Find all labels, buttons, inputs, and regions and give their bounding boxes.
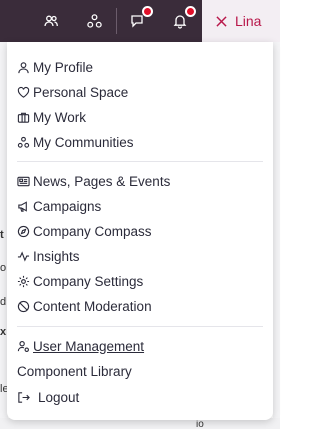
- background-text-fragment: x: [0, 326, 7, 338]
- menu-item-logout[interactable]: Logout: [17, 387, 79, 407]
- communities-icon: [86, 13, 102, 28]
- background-text-fragment: t: [0, 229, 4, 241]
- topbar-divider: [116, 8, 117, 34]
- menu-item-label: Company Compass: [33, 223, 152, 239]
- heart-icon: [17, 86, 30, 98]
- communities-icon: [17, 136, 30, 148]
- people-icon: [44, 15, 58, 27]
- menu-item-label: Content Moderation: [33, 298, 152, 314]
- menu-item-label: My Communities: [33, 134, 134, 150]
- top-navigation-bar: Lina: [0, 0, 280, 42]
- background-text-fragment: o: [0, 262, 7, 274]
- notification-badge: [185, 6, 196, 17]
- communities-button[interactable]: [81, 8, 107, 34]
- chat-button[interactable]: [124, 6, 153, 34]
- chat-notification-badge: [142, 6, 153, 17]
- newspaper-icon: [17, 176, 30, 186]
- user-cog-icon: [17, 340, 29, 352]
- background-page-right: [273, 42, 280, 429]
- menu-item-campaigns[interactable]: Campaigns: [17, 196, 101, 216]
- close-icon: [216, 15, 227, 27]
- menu-item-label: Personal Space: [33, 84, 129, 100]
- compass-icon: [17, 225, 30, 237]
- menu-item-my-work[interactable]: My Work: [17, 107, 86, 127]
- background-text-fragment: io: [196, 419, 204, 430]
- menu-item-label: Campaigns: [33, 198, 102, 214]
- chat-icon: [131, 15, 143, 28]
- menu-divider: [17, 326, 263, 327]
- briefcase-icon: [17, 112, 30, 123]
- menu-item-user-management[interactable]: User Management: [17, 336, 144, 356]
- menu-item-my-communities[interactable]: My Communities: [17, 132, 134, 152]
- menu-item-label: User Management: [33, 338, 145, 354]
- menu-divider: [17, 161, 263, 162]
- gear-icon: [17, 275, 30, 287]
- menu-item-label: My Profile: [33, 59, 94, 75]
- user-menu-toggle[interactable]: Lina: [202, 0, 280, 42]
- menu-item-news-pages-events[interactable]: News, Pages & Events: [17, 171, 170, 191]
- megaphone-icon: [18, 200, 27, 212]
- notifications-button[interactable]: [167, 6, 196, 34]
- activity-icon: [17, 250, 30, 262]
- menu-item-label: News, Pages & Events: [33, 173, 171, 189]
- user-icon: [18, 61, 29, 73]
- menu-item-content-moderation[interactable]: Content Moderation: [17, 296, 152, 316]
- menu-item-label: Company Settings: [33, 273, 144, 289]
- menu-item-company-compass[interactable]: Company Compass: [17, 221, 152, 241]
- people-button[interactable]: [38, 8, 64, 34]
- menu-item-my-profile[interactable]: My Profile: [17, 57, 93, 77]
- menu-item-label: My Work: [33, 109, 86, 125]
- menu-item-insights[interactable]: Insights: [17, 246, 80, 266]
- menu-item-label: Component Library: [17, 363, 132, 379]
- menu-item-label: Insights: [33, 248, 80, 264]
- menu-item-company-settings[interactable]: Company Settings: [17, 271, 143, 291]
- ban-icon: [17, 300, 30, 312]
- menu-item-component-library[interactable]: Component Library: [17, 361, 132, 381]
- bell-icon: [173, 15, 187, 29]
- user-dropdown-menu: My Profile Personal Space My Work My Com…: [7, 42, 273, 420]
- user-name: Lina: [235, 13, 262, 29]
- background-text-fragment: d: [0, 296, 7, 308]
- menu-item-personal-space[interactable]: Personal Space: [17, 82, 128, 102]
- logout-icon: [18, 391, 30, 403]
- menu-item-label: Logout: [38, 389, 80, 405]
